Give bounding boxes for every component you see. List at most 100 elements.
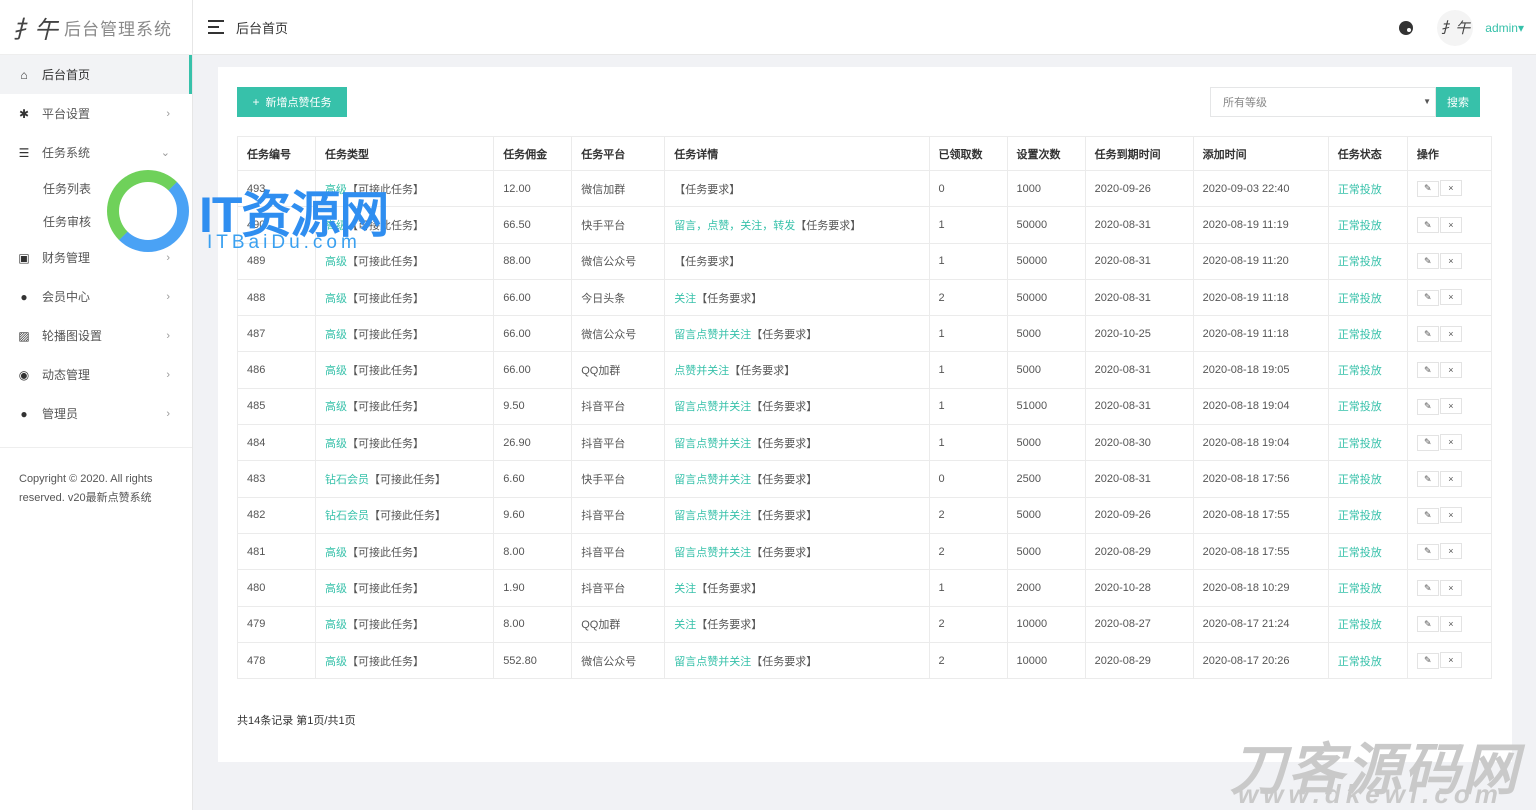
delete-icon[interactable]: × xyxy=(1439,615,1462,632)
task-detail-link[interactable]: 留言，点赞，关注，转发 xyxy=(674,220,795,232)
edit-icon[interactable]: ✎ xyxy=(1416,471,1439,488)
task-level-link[interactable]: 高级 xyxy=(325,401,347,413)
task-level-link[interactable]: 钻石会员 xyxy=(325,510,369,522)
avatar[interactable]: 扌午 xyxy=(1437,9,1474,46)
task-id: 485 xyxy=(236,387,317,426)
task-detail-link[interactable]: 留言点赞并关注 xyxy=(674,656,751,668)
sidebar-item-0[interactable]: ⌂ 后台首页 xyxy=(0,55,192,94)
task-actions: ✎ × xyxy=(1406,496,1493,534)
task-level-link[interactable]: 高级 xyxy=(325,329,347,341)
level-select[interactable]: 所有等级 ▼ xyxy=(1210,87,1436,117)
task-level-link[interactable]: 高级 xyxy=(325,547,347,559)
delete-icon[interactable]: × xyxy=(1439,216,1462,233)
edit-icon[interactable]: ✎ xyxy=(1416,398,1439,415)
task-expire: 2020-08-27 xyxy=(1084,605,1194,643)
sidebar-item-1[interactable]: ✱ 平台设置 › xyxy=(0,94,192,133)
logo[interactable]: 扌午 后台管理系统 xyxy=(0,0,192,55)
task-level-link[interactable]: 高级 xyxy=(325,438,347,450)
task-received: 2 xyxy=(928,641,1008,680)
task-received: 0 xyxy=(928,169,1008,208)
task-added: 2020-08-18 19:05 xyxy=(1192,351,1329,389)
task-level-link[interactable]: 高级 xyxy=(325,583,347,595)
delete-icon[interactable]: × xyxy=(1439,180,1462,197)
edit-icon[interactable]: ✎ xyxy=(1416,180,1439,197)
sidebar-item-label: 管理员 xyxy=(42,407,79,421)
task-received: 2 xyxy=(928,496,1008,534)
chevron-icon: › xyxy=(166,329,170,342)
palette-icon[interactable] xyxy=(1399,20,1414,35)
task-detail-link[interactable]: 点赞并关注 xyxy=(674,365,729,377)
edit-icon[interactable]: ✎ xyxy=(1416,652,1439,669)
delete-icon[interactable]: × xyxy=(1439,398,1462,415)
task-level-link[interactable]: 高级 xyxy=(325,619,347,631)
column-header: 任务佣金 xyxy=(493,136,573,171)
task-commission: 26.90 xyxy=(493,424,573,462)
task-detail-link[interactable]: 留言点赞并关注 xyxy=(674,329,751,341)
delete-icon[interactable]: × xyxy=(1439,434,1462,451)
task-detail-link[interactable]: 关注 xyxy=(674,293,696,305)
task-status: 正常投放 xyxy=(1327,424,1408,462)
task-status: 正常投放 xyxy=(1327,351,1408,389)
delete-icon[interactable]: × xyxy=(1439,507,1462,524)
task-actions: ✎ × xyxy=(1406,532,1493,571)
task-detail-link[interactable]: 留言点赞并关注 xyxy=(674,510,751,522)
user-menu[interactable]: admin▾ xyxy=(1485,21,1524,35)
table-row: 481 高级【可接此任务】 8.00 抖音平台 留言点赞并关注【任务要求】 2 5000 20… xyxy=(236,532,1493,571)
edit-icon[interactable]: ✎ xyxy=(1416,217,1439,234)
sidebar-item-2[interactable]: ☰ 任务系统 ⌄ xyxy=(0,133,192,172)
sidebar-item-4[interactable]: ● 会员中心 › xyxy=(0,277,192,316)
edit-icon[interactable]: ✎ xyxy=(1416,289,1439,306)
sidebar: 扌午 后台管理系统 ⌂ 后台首页 ✱ 平台设置 › ☰ 任务系统 ⌄ 任务列表 任务审核 ▣ 财务管理… xyxy=(0,0,193,810)
task-commission: 552.80 xyxy=(493,641,573,680)
task-level-link[interactable]: 高级 xyxy=(325,293,347,305)
sidebar-item-6[interactable]: ◉ 动态管理 › xyxy=(0,355,192,394)
task-detail-link[interactable]: 关注 xyxy=(674,583,696,595)
delete-icon[interactable]: × xyxy=(1439,325,1462,342)
delete-icon[interactable]: × xyxy=(1439,543,1462,560)
delete-icon[interactable]: × xyxy=(1439,361,1462,378)
edit-icon[interactable]: ✎ xyxy=(1416,434,1439,451)
edit-icon[interactable]: ✎ xyxy=(1416,580,1439,597)
task-detail-suffix: 【任务要求】 xyxy=(751,328,818,341)
edit-icon[interactable]: ✎ xyxy=(1416,253,1439,270)
task-expire: 2020-10-28 xyxy=(1084,569,1194,607)
task-detail-link[interactable]: 留言点赞并关注 xyxy=(674,401,751,413)
edit-icon[interactable]: ✎ xyxy=(1416,543,1439,560)
task-level-link[interactable]: 钻石会员 xyxy=(325,474,369,486)
task-detail-link[interactable]: 留言点赞并关注 xyxy=(674,438,751,450)
task-level-link[interactable]: 高级 xyxy=(325,256,347,268)
add-task-button[interactable]: + 新增点赞任务 xyxy=(237,87,347,117)
column-header: 任务到期时间 xyxy=(1084,136,1194,171)
table-row: 483 钻石会员【可接此任务】 6.60 快手平台 留言点赞并关注【任务要求】 0 2500… xyxy=(236,460,1493,498)
task-level-link[interactable]: 高级 xyxy=(325,656,347,668)
task-received: 1 xyxy=(928,387,1008,426)
task-commission: 8.00 xyxy=(493,605,573,643)
delete-icon[interactable]: × xyxy=(1439,579,1462,596)
task-added: 2020-08-19 11:18 xyxy=(1192,315,1329,353)
edit-icon[interactable]: ✎ xyxy=(1416,616,1439,633)
task-times: 1000 xyxy=(1006,169,1086,208)
task-detail-link[interactable]: 留言点赞并关注 xyxy=(674,547,751,559)
task-status: 正常投放 xyxy=(1327,460,1408,498)
edit-icon[interactable]: ✎ xyxy=(1416,362,1439,379)
sidebar-item-7[interactable]: ● 管理员 › xyxy=(0,394,192,433)
task-added: 2020-08-18 17:56 xyxy=(1192,460,1329,498)
sidebar-item-5[interactable]: ▨ 轮播图设置 › xyxy=(0,316,192,355)
task-level-link[interactable]: 高级 xyxy=(325,365,347,377)
delete-icon[interactable]: × xyxy=(1439,652,1462,669)
menu-toggle-icon[interactable] xyxy=(208,20,224,34)
edit-icon[interactable]: ✎ xyxy=(1416,507,1439,524)
task-expire: 2020-08-31 xyxy=(1084,278,1194,317)
task-commission: 12.00 xyxy=(493,169,573,208)
task-times: 5000 xyxy=(1006,532,1086,571)
delete-icon[interactable]: × xyxy=(1439,470,1462,487)
task-detail-link[interactable]: 关注 xyxy=(674,619,696,631)
delete-icon[interactable]: × xyxy=(1439,252,1462,269)
search-button[interactable]: 搜索 xyxy=(1436,87,1480,117)
delete-icon[interactable]: × xyxy=(1439,289,1462,306)
task-detail-link[interactable]: 留言点赞并关注 xyxy=(674,474,751,486)
task-added: 2020-08-19 11:20 xyxy=(1192,242,1329,280)
task-id: 479 xyxy=(236,605,317,643)
task-actions: ✎ × xyxy=(1406,460,1493,498)
edit-icon[interactable]: ✎ xyxy=(1416,326,1439,343)
